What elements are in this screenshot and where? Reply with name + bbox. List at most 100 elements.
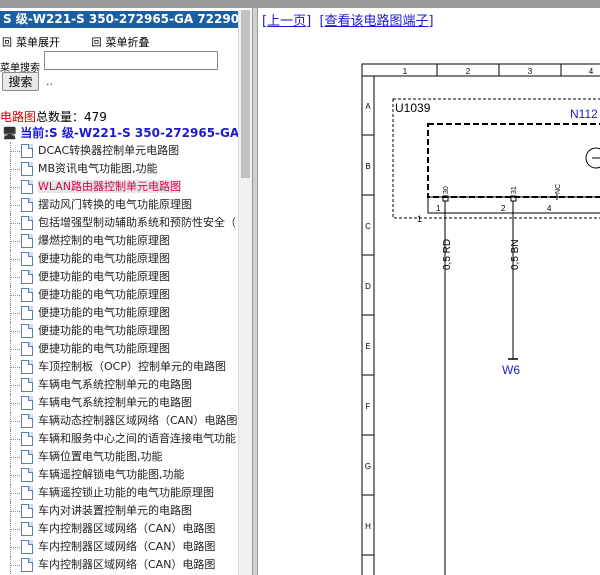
search-input[interactable] [44,51,218,70]
component-n112-label: N112 [570,107,598,121]
tree-connector [10,511,20,512]
tree-connector [10,493,20,494]
diagram-pane: [上一页] [查看该电路图端子] 1 2 3 4 A B C D E F G H… [258,8,600,575]
tree-item[interactable]: 爆燃控制的电气功能原理图 [0,232,240,250]
tree-connector [10,421,20,422]
menu-pane: S 级-W221-S 350-272965-GA 722906 回菜单展开 回菜… [0,8,252,575]
diagram-count: 电路图总数量：479 [0,108,107,125]
tree-connector [10,205,20,206]
tree-item[interactable]: 车辆电气系统控制单元的电路图 [0,376,240,394]
menu-expand-button[interactable]: 回菜单展开 [2,36,74,49]
tree-connector [10,223,20,224]
document-icon [21,216,33,230]
tree-item[interactable]: DCAC转换器控制单元电路图 [0,142,240,160]
tree-connector [10,241,20,242]
tree-connector [10,331,20,332]
tree-item-label: 爆燃控制的电气功能原理图 [38,234,170,247]
collapse-icon: 回 [91,38,102,49]
document-icon [21,504,33,518]
search-button[interactable]: 搜索 [2,72,39,91]
tree-item[interactable]: 车内控制器区域网络（CAN）电路图 [0,520,240,538]
tree-item-label: 车辆遥控解锁电气功能图,功能 [38,468,185,481]
tree-item[interactable]: WLAN路由器控制单元电路图 [0,178,240,196]
ground-label[interactable]: W6 [502,363,520,377]
document-icon [21,432,33,446]
computer-icon: 🖥 [2,126,18,140]
pin-outer-number: 1 [417,214,422,224]
tree-item[interactable]: 便捷功能的电气功能原理图 [0,268,240,286]
tree-item-label: 车辆电气系统控制单元的电路图 [38,396,192,409]
tree-item[interactable]: 便捷功能的电气功能原理图 [0,322,240,340]
tree-item[interactable]: 车辆位置电气功能图,功能 [0,448,240,466]
scrollbar-thumb[interactable] [241,10,250,178]
circuit-diagram: 1 2 3 4 A B C D E F G H U1039 N112 30 31… [361,63,600,575]
tree-item-label: 摆动风门转换的电气功能原理图 [38,198,192,211]
menu-scrollbar[interactable] [238,10,253,575]
frame-outer [361,63,600,575]
tree-item[interactable]: 车辆电气系统控制单元的电路图 [0,394,240,412]
document-icon [21,360,33,374]
tree-item[interactable]: 车辆遥控锁止功能的电气功能原理图 [0,484,240,502]
document-icon [21,198,33,212]
tree-item-label: 车内对讲装置控制单元的电路图 [38,504,192,517]
connector-strip [427,196,600,214]
tree-item-label: 车内控制器区域网络（CAN）电路图 [38,558,216,571]
window-top-strip [0,0,600,8]
wire-label-bn: 0,5 BN [510,239,521,270]
row-letter: E [365,342,370,351]
document-icon [21,342,33,356]
tree-item[interactable]: 车顶控制板（OCP）控制单元的电路图 [0,358,240,376]
tree-item[interactable]: 车辆遥控解锁电气功能图,功能 [0,466,240,484]
document-icon [21,144,33,158]
wire-label-rd: 0,5 RD [442,239,453,270]
tree-connector [10,295,20,296]
tree-item[interactable]: 车辆动态控制器区域网络（CAN）电路图 [0,412,240,430]
document-icon [21,450,33,464]
pin-number: 2 [501,204,506,213]
document-icon [21,252,33,266]
tree-item[interactable]: 便捷功能的电气功能原理图 [0,250,240,268]
tree-item-label: 便捷功能的电气功能原理图 [38,324,170,337]
pin-number: 1 [436,204,441,213]
col-number: 4 [589,67,594,76]
tree-connector [10,385,20,386]
tree-item[interactable]: 摆动风门转换的电气功能原理图 [0,196,240,214]
diagram-tree: DCAC转换器控制单元电路图 MB资讯电气功能图,功能 WLAN路由器控制单元电路图… [0,142,240,574]
tree-item-label: 便捷功能的电气功能原理图 [38,306,170,319]
menu-collapse-button[interactable]: 回菜单折叠 [92,36,164,49]
vehicle-title: S 级-W221-S 350-272965-GA 722906 [0,11,239,28]
tree-connector [10,547,20,548]
current-node[interactable]: 🖥 当前:S 级-W221-S 350-272965-GA 7 [2,124,252,141]
tree-connector [10,457,20,458]
tree-item[interactable]: 包括增强型制动辅助系统和预防性安全（ [0,214,240,232]
tree-item[interactable]: 便捷功能的电气功能原理图 [0,304,240,322]
tree-item-label: DCAC转换器控制单元电路图 [38,144,180,157]
tree-item[interactable]: 车内对讲装置控制单元的电路图 [0,502,240,520]
tree-item[interactable]: 便捷功能的电气功能原理图 [0,286,240,304]
component-u1039-label: U1039 [395,101,431,115]
tree-item[interactable]: 车内控制器区域网络（CAN）电路图 [0,538,240,556]
document-icon [21,522,33,536]
tree-connector [10,169,20,170]
document-icon [21,414,33,428]
tree-item-label: 车内控制器区域网络（CAN）电路图 [38,540,216,553]
pin-number: 4 [547,204,552,213]
component-u1039-outline [392,98,600,219]
count-value: 总数量：479 [36,110,107,124]
col-number: 1 [403,67,408,76]
document-icon [21,558,33,572]
tree-item-label: 便捷功能的电气功能原理图 [38,252,170,265]
tree-item[interactable]: MB资讯电气功能图,功能 [0,160,240,178]
tree-item[interactable]: 车辆和服务中心之间的语音连接电气功能 [0,430,240,448]
tree-connector [10,187,20,188]
menu-toggles: 回菜单展开 回菜单折叠 [2,34,178,50]
tree-item-label: 便捷功能的电气功能原理图 [38,342,170,355]
tree-item[interactable]: 车内控制器区域网络（CAN）电路图 [0,556,240,574]
document-icon [21,234,33,248]
tree-connector [10,565,20,566]
tree-connector [10,277,20,278]
tree-item[interactable]: 便捷功能的电气功能原理图 [0,340,240,358]
document-icon [21,378,33,392]
document-icon [21,288,33,302]
count-label: 电路图 [0,110,37,124]
